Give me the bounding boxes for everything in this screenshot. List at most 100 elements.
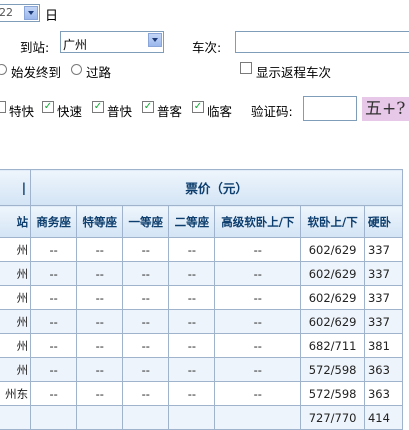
price-cell: 602/629	[300, 285, 365, 310]
train-type-label: 普快	[107, 104, 133, 119]
price-cell: --	[30, 285, 78, 310]
captcha-image[interactable]: 五+?	[362, 97, 409, 121]
station-cell	[0, 405, 32, 430]
price-cell: --	[76, 237, 124, 262]
station-group-header: |	[0, 169, 32, 206]
price-cell: --	[214, 333, 302, 358]
column-header: 高级软卧上/下	[214, 205, 302, 238]
passing-radio-label: 过路	[86, 65, 112, 80]
chevron-down-icon[interactable]	[148, 33, 162, 47]
origin-radio-label: 始发终到	[11, 65, 62, 80]
train-type-checkbox-tekuai[interactable]	[0, 101, 6, 113]
price-cell: 727/770	[300, 405, 365, 430]
table-row: 州 -- -- -- -- -- 602/629 337	[0, 285, 404, 310]
price-cell: 363	[363, 357, 404, 382]
train-type-label: 快速	[57, 104, 83, 119]
column-header: 特等座	[76, 205, 124, 238]
table-row: 727/770 414	[0, 405, 404, 430]
price-cell: --	[122, 381, 170, 406]
price-cell: --	[30, 261, 78, 286]
price-cell: --	[168, 357, 216, 382]
price-cell: --	[214, 381, 302, 406]
station-cell: 州东	[0, 381, 32, 406]
price-cell: --	[122, 357, 170, 382]
train-type-checkbox-puke[interactable]: ✓	[142, 101, 154, 113]
price-cell: --	[122, 285, 170, 310]
price-cell	[122, 405, 170, 430]
price-cell	[30, 405, 78, 430]
price-cell: --	[214, 285, 302, 310]
column-header: 一等座	[122, 205, 170, 238]
train-no-label: 车次:	[192, 40, 222, 55]
price-cell: 602/629	[300, 309, 365, 334]
price-cell: --	[122, 261, 170, 286]
date-select-value: 22	[0, 6, 13, 19]
price-cell: --	[122, 333, 170, 358]
price-cell: --	[76, 333, 124, 358]
train-type-label: 临客	[207, 104, 233, 119]
price-cell	[76, 405, 124, 430]
captcha-label: 验证码:	[251, 104, 293, 119]
price-cell: 363	[363, 381, 404, 406]
table-row: 州 -- -- -- -- -- 602/629 337	[0, 309, 404, 334]
price-cell: 337	[363, 285, 404, 310]
price-cell: --	[76, 309, 124, 334]
station-cell: 州	[0, 285, 32, 310]
price-cell: 337	[363, 309, 404, 334]
column-header: 软卧上/下	[300, 205, 365, 238]
chevron-down-icon[interactable]	[24, 6, 38, 20]
passing-radio[interactable]	[71, 64, 82, 75]
train-no-input[interactable]	[235, 31, 409, 53]
table-row: 州 -- -- -- -- -- 602/629 337	[0, 261, 404, 286]
price-cell: --	[168, 237, 216, 262]
price-cell: --	[76, 261, 124, 286]
price-cell: 602/629	[300, 261, 365, 286]
table-row: 州东 -- -- -- -- -- 572/598 363	[0, 381, 404, 406]
station-cell: 州	[0, 333, 32, 358]
train-type-checkbox-linke[interactable]: ✓	[192, 101, 204, 113]
price-cell: --	[30, 357, 78, 382]
station-cell: 州	[0, 357, 32, 382]
price-cell: --	[168, 285, 216, 310]
price-header: 票价（元）	[30, 169, 403, 206]
price-cell: --	[214, 237, 302, 262]
price-cell: 602/629	[300, 237, 365, 262]
price-cell: --	[168, 333, 216, 358]
price-cell: 572/598	[300, 381, 365, 406]
price-cell: 337	[363, 237, 404, 262]
price-cell: --	[76, 381, 124, 406]
station-cell: 州	[0, 309, 32, 334]
train-type-checkbox-pukuai[interactable]: ✓	[92, 101, 104, 113]
show-return-checkbox[interactable]	[240, 62, 252, 74]
captcha-input[interactable]	[303, 96, 357, 121]
price-cell: 682/711	[300, 333, 365, 358]
price-cell: --	[168, 309, 216, 334]
station-column-header: 站	[0, 205, 32, 238]
train-type-checkbox-kuaisu[interactable]: ✓	[42, 101, 54, 113]
price-table: | 票价（元） 站 商务座 特等座 一等座 二等座 高级软卧上/下 软卧上/下 …	[0, 169, 404, 430]
price-cell: --	[214, 357, 302, 382]
to-station-select[interactable]: 广州	[60, 31, 164, 53]
show-return-label: 显示返程车次	[256, 65, 332, 80]
price-cell: --	[76, 285, 124, 310]
column-header: 硬卧	[363, 205, 404, 238]
price-cell: --	[30, 333, 78, 358]
price-cell: --	[76, 357, 124, 382]
table-row: 州 -- -- -- -- -- 602/629 337	[0, 237, 404, 262]
price-cell: 572/598	[300, 357, 365, 382]
to-station-label: 到站:	[20, 40, 50, 55]
price-cell: 337	[363, 261, 404, 286]
price-cell: 381	[363, 333, 404, 358]
price-cell	[214, 405, 302, 430]
to-station-value: 广州	[63, 38, 88, 52]
train-type-label: 普客	[157, 104, 183, 119]
train-type-label: 特快	[9, 104, 35, 119]
price-cell: --	[30, 309, 78, 334]
station-cell: 州	[0, 237, 32, 262]
price-cell: --	[168, 261, 216, 286]
origin-radio[interactable]	[0, 64, 7, 75]
price-cell: 414	[363, 405, 404, 430]
column-header: 商务座	[30, 205, 78, 238]
date-select[interactable]: 22	[0, 4, 40, 22]
station-cell: 州	[0, 261, 32, 286]
